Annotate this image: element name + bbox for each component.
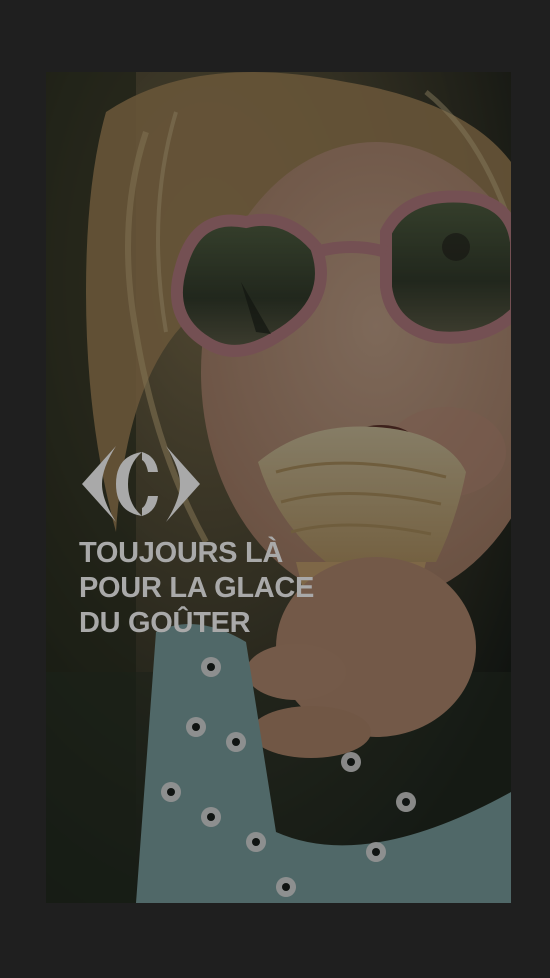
carrefour-logo-icon — [82, 446, 200, 522]
story-viewer: TOUJOURS LÀ POUR LA GLACE DU GOÛTER — [0, 0, 550, 978]
headline-line-1: TOUJOURS LÀ — [79, 537, 284, 569]
headline-line-2: POUR LA GLACE — [79, 572, 315, 604]
ad-headline: TOUJOURS LÀ POUR LA GLACE DU GOÛTER — [79, 536, 409, 641]
story-ad-card[interactable]: TOUJOURS LÀ POUR LA GLACE DU GOÛTER — [46, 72, 511, 903]
headline-line-3: DU GOÛTER — [79, 607, 251, 639]
